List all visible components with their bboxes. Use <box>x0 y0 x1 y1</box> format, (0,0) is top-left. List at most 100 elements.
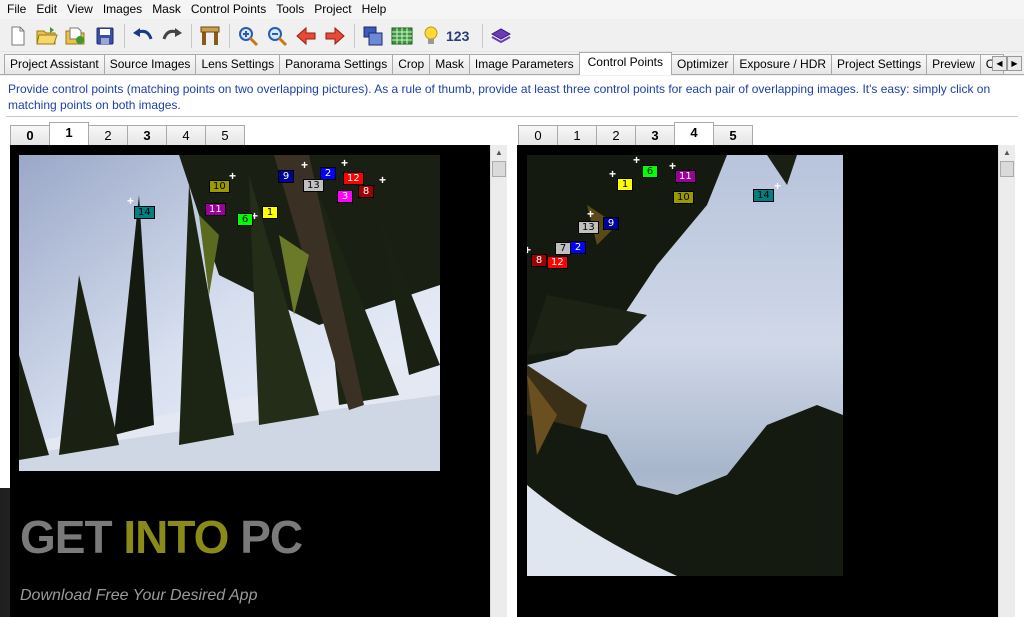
tab-crop[interactable]: Crop <box>392 54 431 74</box>
scroll-up-icon[interactable]: ▲ <box>491 145 507 161</box>
scroll-thumb[interactable] <box>1000 161 1014 177</box>
tab-image-parameters[interactable]: Image Parameters <box>468 54 580 74</box>
save-icon[interactable] <box>91 23 118 49</box>
redo-icon[interactable] <box>158 23 185 49</box>
control-point-cross: + <box>379 173 387 187</box>
previous-icon[interactable] <box>292 23 319 49</box>
open-folder-icon[interactable] <box>33 23 60 49</box>
watermark-into: INTO <box>123 511 229 563</box>
control-point-12[interactable]: 12 <box>343 172 364 185</box>
menu-images[interactable]: Images <box>98 0 147 19</box>
toolbar-separator <box>482 23 483 48</box>
undo-icon[interactable] <box>129 23 156 49</box>
menu-project[interactable]: Project <box>309 0 356 19</box>
assistant-icon[interactable] <box>196 23 223 49</box>
toolbar-separator <box>124 23 125 48</box>
menu-tools[interactable]: Tools <box>271 0 309 19</box>
control-point-cross: + <box>609 167 617 181</box>
control-point-cross: + <box>633 155 641 167</box>
tab-control-points[interactable]: Control Points <box>578 52 672 75</box>
scroll-up-icon[interactable]: ▲ <box>999 145 1015 161</box>
control-point-10[interactable]: 10 <box>209 180 230 193</box>
left-image-tab-2[interactable]: 2 <box>88 125 128 145</box>
menu-edit[interactable]: Edit <box>31 0 62 19</box>
right-image-tab-3[interactable]: 3 <box>635 125 675 145</box>
tab-scroll-buttons: ◀ ▶ <box>992 56 1022 71</box>
control-point-1[interactable]: 1 <box>617 178 633 191</box>
left-photo[interactable]: + + + + + + 9 2 13 12 8 3 10 11 6 1 14 <box>19 155 440 471</box>
control-point-14[interactable]: 14 <box>134 206 155 219</box>
left-image-tab-1[interactable]: 1 <box>49 122 89 145</box>
control-point-14[interactable]: 14 <box>753 189 774 202</box>
control-point-1[interactable]: 1 <box>262 206 278 219</box>
control-point-8[interactable]: 8 <box>358 185 374 198</box>
menu-bar: File Edit View Images Mask Control Point… <box>0 0 1024 19</box>
toolbar-separator <box>354 23 355 48</box>
menu-control-points[interactable]: Control Points <box>186 0 271 19</box>
new-file-icon[interactable] <box>4 23 31 49</box>
right-photo[interactable]: + + + + + + 6 11 1 10 14 13 9 7 2 8 12 <box>527 155 843 576</box>
tab-panorama-settings[interactable]: Panorama Settings <box>279 54 394 74</box>
tab-mask[interactable]: Mask <box>429 54 470 74</box>
menu-view[interactable]: View <box>62 0 98 19</box>
menu-help[interactable]: Help <box>357 0 392 19</box>
control-point-11[interactable]: 11 <box>205 203 226 216</box>
control-point-13[interactable]: 13 <box>303 179 324 192</box>
lightbulb-icon[interactable] <box>417 23 444 49</box>
control-point-7[interactable]: 7 <box>555 242 571 255</box>
left-image-tab-0[interactable]: 0 <box>10 125 50 145</box>
control-point-8[interactable]: 8 <box>531 254 547 267</box>
control-point-6[interactable]: 6 <box>642 165 658 178</box>
toolbar-separator <box>229 23 230 48</box>
right-image-tab-5[interactable]: 5 <box>713 125 753 145</box>
right-image-tab-0[interactable]: 0 <box>518 125 558 145</box>
tab-scroll-left-icon[interactable]: ◀ <box>992 56 1007 71</box>
control-point-9[interactable]: 9 <box>603 217 619 230</box>
watermark-title: GET INTO PC <box>20 510 303 564</box>
tab-optimizer[interactable]: Optimizer <box>671 54 735 74</box>
control-point-3[interactable]: 3 <box>337 190 353 203</box>
control-point-11[interactable]: 11 <box>675 170 696 183</box>
left-scrollbar[interactable]: ▲ <box>490 145 507 617</box>
control-point-cross: + <box>127 194 135 208</box>
watermark-pc: PC <box>240 511 303 563</box>
main-tabs: Project Assistant Source Images Lens Set… <box>0 52 1024 75</box>
scroll-thumb[interactable] <box>492 161 506 177</box>
tab-project-assistant[interactable]: Project Assistant <box>4 54 105 74</box>
next-icon[interactable] <box>321 23 348 49</box>
control-point-cross: + <box>587 207 595 221</box>
table-icon[interactable] <box>388 23 415 49</box>
menu-file[interactable]: File <box>2 0 31 19</box>
open-recent-icon[interactable] <box>62 23 89 49</box>
zoom-in-icon[interactable] <box>234 23 261 49</box>
stack-icon[interactable] <box>487 23 514 49</box>
tab-scroll-right-icon[interactable]: ▶ <box>1007 56 1022 71</box>
control-point-2[interactable]: 2 <box>570 241 586 254</box>
menu-mask[interactable]: Mask <box>147 0 186 19</box>
left-image-tab-4[interactable]: 4 <box>166 125 206 145</box>
right-scrollbar[interactable]: ▲ <box>998 145 1015 617</box>
control-point-9[interactable]: 9 <box>278 170 294 183</box>
right-image-view[interactable]: + + + + + + 6 11 1 10 14 13 9 7 2 8 12 <box>517 145 998 617</box>
control-point-13[interactable]: 13 <box>578 221 599 234</box>
right-photo-image <box>527 155 843 576</box>
tab-preview[interactable]: Preview <box>926 54 981 74</box>
tab-exposure-hdr[interactable]: Exposure / HDR <box>733 54 833 74</box>
number-label-button[interactable]: 123 <box>446 28 478 44</box>
left-photo-image <box>19 155 440 471</box>
control-point-12[interactable]: 12 <box>547 256 568 269</box>
right-image-tab-4[interactable]: 4 <box>674 122 714 145</box>
copy-images-icon[interactable] <box>359 23 386 49</box>
zoom-out-icon[interactable] <box>263 23 290 49</box>
left-image-tab-3[interactable]: 3 <box>127 125 167 145</box>
left-image-tabs: 0 1 2 3 4 5 <box>10 122 245 145</box>
left-image-tab-5[interactable]: 5 <box>205 125 245 145</box>
divider <box>6 116 1018 117</box>
tab-source-images[interactable]: Source Images <box>103 54 197 74</box>
right-image-tab-2[interactable]: 2 <box>596 125 636 145</box>
tab-project-settings[interactable]: Project Settings <box>831 54 928 74</box>
right-image-tab-1[interactable]: 1 <box>557 125 597 145</box>
control-point-6[interactable]: 6 <box>237 213 253 226</box>
tab-lens-settings[interactable]: Lens Settings <box>195 54 281 74</box>
control-point-10[interactable]: 10 <box>673 191 694 204</box>
